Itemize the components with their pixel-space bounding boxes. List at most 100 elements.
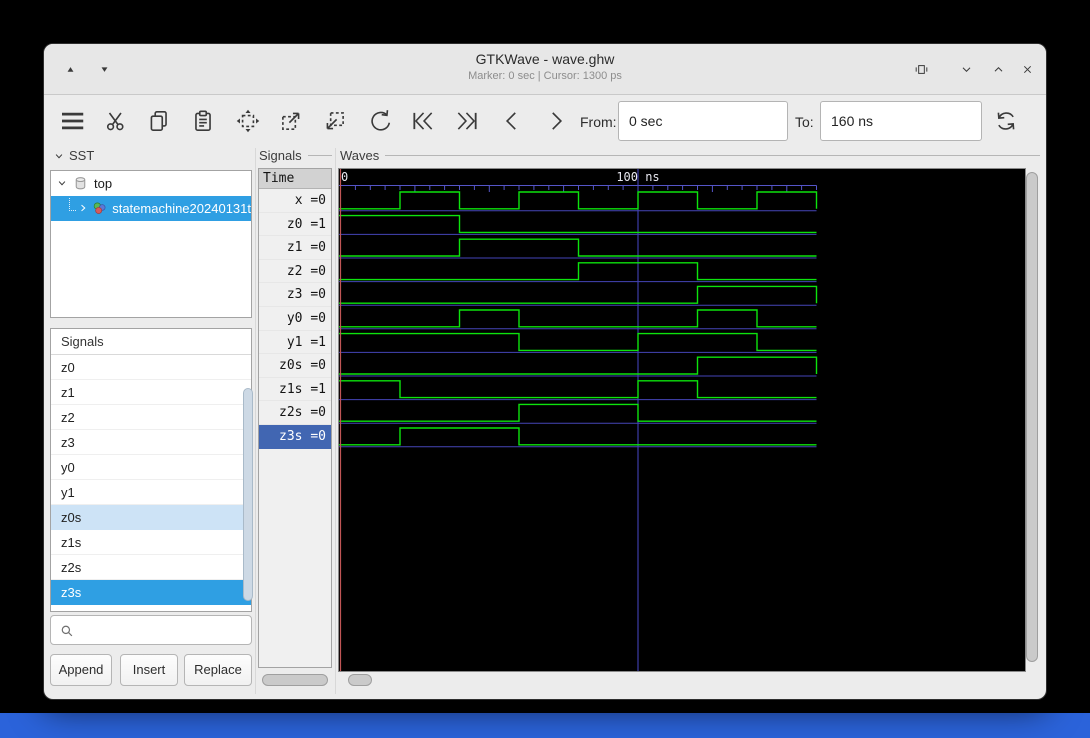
jump-start-icon [410,108,436,134]
wave-name-z3[interactable]: z3 =0 [259,283,331,307]
to-input[interactable] [820,101,982,141]
wave-name-z2[interactable]: z2 =0 [259,260,331,284]
headerbar: GTKWave - wave.ghw Marker: 0 sec | Curso… [44,44,1046,95]
expander-right-icon[interactable] [76,201,90,217]
wave-name-y0[interactable]: y0 =0 [259,307,331,331]
signals-frame-label-text: Signals [259,148,302,163]
waves-hscrollbar-thumb[interactable] [348,674,372,686]
menu-button[interactable] [55,104,89,138]
signal-list-item-z0s[interactable]: z0s [51,505,251,530]
from-label: From: [580,114,617,130]
signal-list-item-y0[interactable]: y0 [51,455,251,480]
cut-button[interactable] [99,104,133,138]
chevron-down-icon [958,61,975,78]
tree-item-statemachine20240131t[interactable]: statemachine20240131t [51,196,251,221]
zoom-in-icon [278,108,304,134]
fit-window-button[interactable] [909,57,933,81]
module-icon [91,200,108,218]
waves-frame-label: Waves [340,148,1040,163]
replace-button[interactable]: Replace [184,654,252,686]
jump-start-button[interactable] [406,104,440,138]
close-icon [1019,61,1036,78]
cut-icon [103,108,129,134]
signal-list-item-z1s[interactable]: z1s [51,530,251,555]
names-hscrollbar-thumb[interactable] [262,674,328,686]
signal-search-box [50,615,252,645]
paned-separator[interactable] [335,148,336,694]
gtkwave-window: GTKWave - wave.ghw Marker: 0 sec | Curso… [44,44,1046,699]
waves-frame-label-text: Waves [340,148,379,163]
paste-icon [190,108,216,134]
copy-button[interactable] [142,104,176,138]
tree-guide [69,198,76,211]
chevron-up-icon [990,61,1007,78]
nav-up-button[interactable] [58,57,82,81]
menu-icon [57,106,87,136]
step-left-icon [499,108,525,134]
from-input[interactable] [618,101,788,141]
nav-down-button[interactable] [92,57,116,81]
zoom-fit-icon [235,108,261,134]
signal-list-item-y1[interactable]: y1 [51,480,251,505]
signals-list-scrollbar-thumb[interactable] [243,388,253,601]
wave-name-z0s[interactable]: z0s =0 [259,354,331,378]
wave-name-x[interactable]: x =0 [259,189,331,213]
wave-names-panel: Time x =0z0 =1z1 =0z2 =0z3 =0y0 =0y1 =1z… [258,168,332,668]
step-right-button[interactable] [539,104,573,138]
wave-name-y1[interactable]: y1 =1 [259,331,331,355]
waves-vscrollbar-thumb[interactable] [1026,172,1038,662]
append-button[interactable]: Append [50,654,112,686]
wave-name-z3s[interactable]: z3s =0 [259,425,331,449]
wave-name-z1s[interactable]: z1s =1 [259,378,331,402]
signal-list-item-z3s[interactable]: z3s [51,580,251,605]
desktop: GTKWave - wave.ghw Marker: 0 sec | Curso… [0,0,1090,738]
tree-item-label: top [94,171,112,196]
fit-icon [913,61,930,78]
triangle-down-icon [97,62,112,77]
time-header[interactable]: Time [259,169,331,189]
signal-list-item-z1[interactable]: z1 [51,380,251,405]
undo-button[interactable] [362,104,396,138]
signals-list-header: Signals [51,329,251,355]
frame-line [308,155,332,156]
copy-icon [146,108,172,134]
signal-list-item-z2[interactable]: z2 [51,405,251,430]
triangle-up-icon [63,62,78,77]
wave-name-z2s[interactable]: z2s =0 [259,401,331,425]
taskbar[interactable] [0,713,1090,738]
insert-button[interactable]: Insert [120,654,178,686]
signal-list-item-z3[interactable]: z3 [51,430,251,455]
expander-down-icon[interactable] [55,176,71,192]
paste-button[interactable] [186,104,220,138]
close-button[interactable] [1015,57,1039,81]
sst-tree: topstatemachine20240131t [50,170,252,318]
search-icon [58,622,76,640]
zoom-out-icon [322,108,348,134]
jump-end-button[interactable] [450,104,484,138]
maximize-button[interactable] [986,57,1010,81]
signal-list-item-z2s[interactable]: z2s [51,555,251,580]
zoom-out-button[interactable] [318,104,352,138]
step-left-button[interactable] [495,104,529,138]
tree-item-top[interactable]: top [51,171,251,196]
signal-search-list: Signals z0z1z2z3y0y1z0sz1sz2sz3s [50,328,252,612]
zoom-in-button[interactable] [274,104,308,138]
minimize-button[interactable] [954,57,978,81]
svg-text:0: 0 [341,170,348,184]
jump-end-icon [454,108,480,134]
undo-icon [366,108,392,134]
wave-name-z1[interactable]: z1 =0 [259,236,331,260]
wave-name-z0[interactable]: z0 =1 [259,213,331,237]
zoom-fit-button[interactable] [231,104,265,138]
window-title: GTKWave - wave.ghw [164,51,926,67]
sst-header[interactable]: SST [52,148,94,163]
paned-separator[interactable] [255,148,256,694]
wave-canvas[interactable]: 0 100 ns [338,168,1026,672]
tree-item-label: statemachine20240131t [112,196,251,221]
step-right-icon [543,108,569,134]
frame-line [385,155,1040,156]
search-input[interactable] [79,617,248,645]
signal-list-item-z0[interactable]: z0 [51,355,251,380]
svg-text:100 ns: 100 ns [616,170,659,184]
reload-button[interactable] [989,104,1023,138]
